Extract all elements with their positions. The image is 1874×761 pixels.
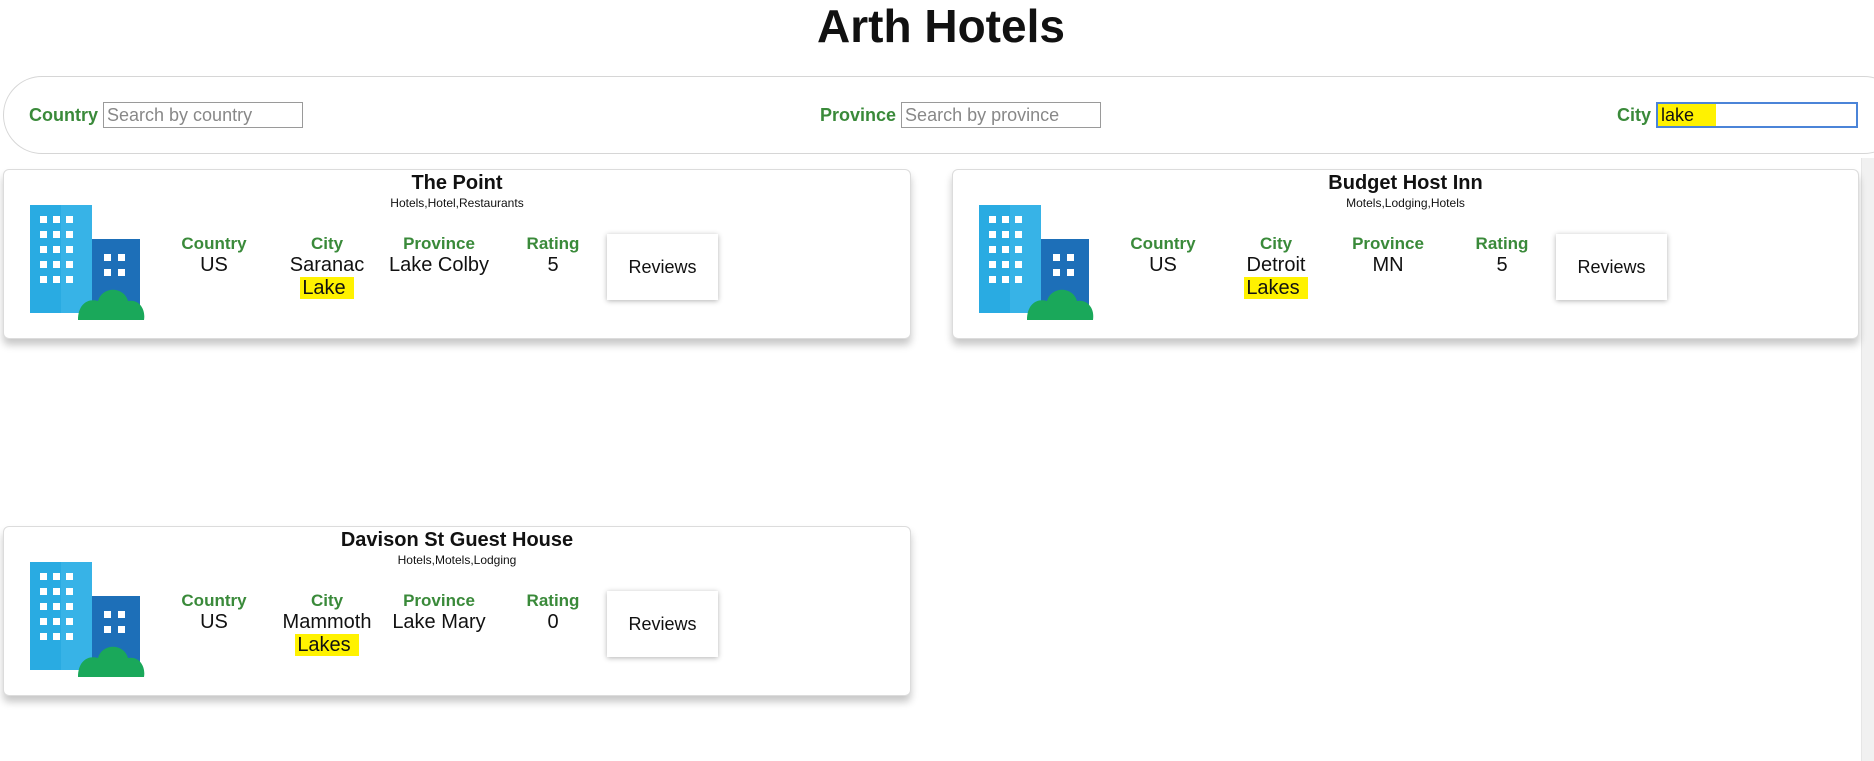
city-value: Mammoth [282, 611, 372, 633]
province-column: Province Lake Mary [384, 591, 494, 634]
rating-label: Rating [526, 234, 580, 253]
city-filter: City [1617, 102, 1859, 128]
hotel-building-icon [30, 205, 145, 320]
hotel-card: Davison St Guest House Hotels,Motels,Lod… [3, 526, 911, 696]
province-search-input[interactable] [901, 102, 1102, 128]
city-filter-label: City [1617, 104, 1652, 125]
city-label: City [1259, 234, 1293, 253]
hotel-building-icon [979, 205, 1094, 320]
rating-value: 0 [547, 611, 559, 633]
page-scrollbar[interactable] [1861, 158, 1874, 761]
page-title: Arth Hotels [817, 0, 1065, 52]
country-label: Country [1130, 234, 1196, 253]
rating-column: Rating 0 [518, 591, 588, 634]
province-value: Lake Mary [392, 611, 486, 633]
reviews-button[interactable]: Reviews [1556, 234, 1667, 300]
city-column: City Detroit Lakes [1236, 234, 1316, 300]
country-column: Country US [1128, 234, 1198, 277]
hotel-name: The Point [411, 172, 503, 194]
reviews-button[interactable]: Reviews [607, 234, 718, 300]
city-match-highlight: Lakes [1244, 277, 1308, 299]
province-filter: Province [820, 102, 1102, 128]
hotel-building-icon [30, 562, 145, 677]
hotel-name: Davison St Guest House [340, 529, 574, 551]
city-search-input[interactable] [1656, 102, 1859, 128]
city-value: Saranac [289, 254, 365, 276]
city-column: City Saranac Lake [287, 234, 367, 300]
rating-value: 5 [1496, 254, 1508, 276]
city-match-highlight: Lakes [295, 634, 359, 656]
country-value: US [1149, 254, 1177, 276]
country-label: Country [181, 591, 247, 610]
province-label: Province [403, 234, 475, 253]
province-filter-label: Province [820, 104, 897, 125]
city-match-highlight: Lake [300, 277, 354, 299]
country-value: US [200, 254, 228, 276]
city-label: City [310, 591, 344, 610]
country-search-input[interactable] [103, 102, 303, 128]
hotel-card: The Point Hotels,Hotel,Restaurants Count… [3, 169, 911, 339]
hotel-card: Budget Host Inn Motels,Lodging,Hotels Co… [952, 169, 1859, 339]
rating-label: Rating [526, 591, 580, 610]
province-column: Province MN [1333, 234, 1443, 277]
city-label: City [310, 234, 344, 253]
city-value: Detroit [1246, 254, 1306, 276]
rating-column: Rating 5 [1467, 234, 1537, 277]
province-label: Province [1352, 234, 1424, 253]
rating-column: Rating 5 [518, 234, 588, 277]
province-label: Province [403, 591, 475, 610]
province-column: Province Lake Colby [384, 234, 494, 277]
country-filter-label: Country [29, 104, 98, 125]
hotel-name: Budget Host Inn [1328, 172, 1483, 194]
country-column: Country US [179, 234, 249, 277]
province-value: Lake Colby [388, 254, 490, 276]
city-column: City Mammoth Lakes [282, 591, 372, 657]
country-column: Country US [179, 591, 249, 634]
country-value: US [200, 611, 228, 633]
country-filter: Country [29, 102, 303, 128]
rating-value: 5 [547, 254, 559, 276]
rating-label: Rating [1475, 234, 1529, 253]
search-bar: Country Province City [3, 76, 1874, 154]
country-label: Country [181, 234, 247, 253]
reviews-button[interactable]: Reviews [607, 591, 718, 657]
province-value: MN [1372, 254, 1404, 276]
